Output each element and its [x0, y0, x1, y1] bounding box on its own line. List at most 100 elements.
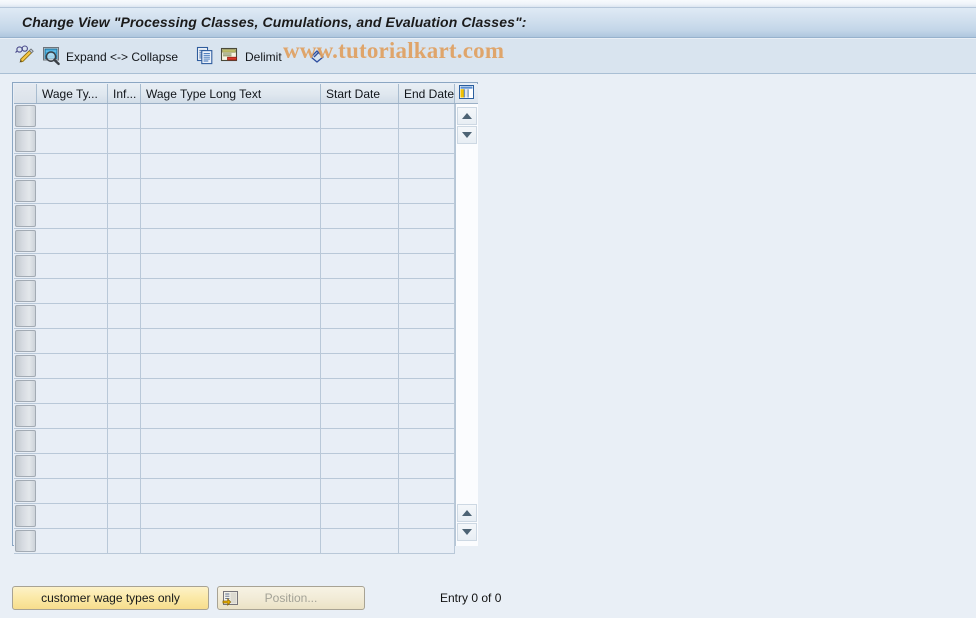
table-row[interactable]	[14, 229, 455, 254]
column-header-wage-type[interactable]: Wage Ty...	[37, 84, 108, 103]
cell-wage-type-long-text[interactable]	[141, 104, 321, 128]
row-select-cell[interactable]	[15, 130, 36, 152]
cell-start-date[interactable]	[321, 329, 399, 353]
cell-wage-type-long-text[interactable]	[141, 429, 321, 453]
column-header-wage-type-long-text[interactable]: Wage Type Long Text	[141, 84, 321, 103]
cell-wage-type[interactable]	[37, 404, 108, 428]
cell-infotype[interactable]	[108, 379, 141, 403]
table-row[interactable]	[14, 254, 455, 279]
cell-infotype[interactable]	[108, 204, 141, 228]
cell-wage-type[interactable]	[37, 504, 108, 528]
table-row[interactable]	[14, 279, 455, 304]
cell-wage-type-long-text[interactable]	[141, 204, 321, 228]
cell-end-date[interactable]	[399, 329, 455, 353]
table-row[interactable]	[14, 129, 455, 154]
table-row[interactable]	[14, 429, 455, 454]
cell-infotype[interactable]	[108, 429, 141, 453]
cell-infotype[interactable]	[108, 454, 141, 478]
cell-end-date[interactable]	[399, 379, 455, 403]
table-row[interactable]	[14, 104, 455, 129]
table-vertical-scrollbar[interactable]	[455, 104, 478, 546]
delimit-button[interactable]: Delimit	[245, 39, 282, 74]
header-select-all-cell[interactable]	[14, 84, 37, 103]
cell-wage-type[interactable]	[37, 204, 108, 228]
cell-end-date[interactable]	[399, 254, 455, 278]
row-select-cell[interactable]	[15, 505, 36, 527]
cell-wage-type-long-text[interactable]	[141, 129, 321, 153]
cell-start-date[interactable]	[321, 204, 399, 228]
cell-wage-type-long-text[interactable]	[141, 454, 321, 478]
cell-infotype[interactable]	[108, 154, 141, 178]
table-row[interactable]	[14, 504, 455, 529]
row-select-cell[interactable]	[15, 205, 36, 227]
table-row[interactable]	[14, 479, 455, 504]
cell-infotype[interactable]	[108, 504, 141, 528]
cell-infotype[interactable]	[108, 229, 141, 253]
cell-wage-type[interactable]	[37, 329, 108, 353]
cell-wage-type[interactable]	[37, 354, 108, 378]
cell-end-date[interactable]	[399, 404, 455, 428]
cell-end-date[interactable]	[399, 279, 455, 303]
column-settings-button[interactable]	[455, 84, 478, 103]
cell-wage-type[interactable]	[37, 429, 108, 453]
table-row[interactable]	[14, 329, 455, 354]
cell-wage-type-long-text[interactable]	[141, 154, 321, 178]
column-header-start-date[interactable]: Start Date	[321, 84, 399, 103]
cell-start-date[interactable]	[321, 404, 399, 428]
cell-wage-type-long-text[interactable]	[141, 504, 321, 528]
table-row[interactable]	[14, 179, 455, 204]
page-up-button[interactable]	[457, 504, 477, 522]
cell-start-date[interactable]	[321, 104, 399, 128]
page-down-button[interactable]	[457, 523, 477, 541]
cell-end-date[interactable]	[399, 129, 455, 153]
cell-start-date[interactable]	[321, 354, 399, 378]
copy-button[interactable]	[195, 39, 215, 74]
cell-end-date[interactable]	[399, 304, 455, 328]
cell-wage-type[interactable]	[37, 529, 108, 553]
cell-end-date[interactable]	[399, 204, 455, 228]
cell-wage-type[interactable]	[37, 229, 108, 253]
cell-infotype[interactable]	[108, 354, 141, 378]
column-header-infotype[interactable]: Inf...	[108, 84, 141, 103]
row-select-cell[interactable]	[15, 480, 36, 502]
cell-infotype[interactable]	[108, 129, 141, 153]
table-row[interactable]	[14, 204, 455, 229]
cell-wage-type[interactable]	[37, 479, 108, 503]
cell-start-date[interactable]	[321, 254, 399, 278]
cell-end-date[interactable]	[399, 104, 455, 128]
row-select-cell[interactable]	[15, 280, 36, 302]
table-row[interactable]	[14, 304, 455, 329]
cell-start-date[interactable]	[321, 379, 399, 403]
cell-end-date[interactable]	[399, 179, 455, 203]
cell-wage-type-long-text[interactable]	[141, 379, 321, 403]
cell-start-date[interactable]	[321, 129, 399, 153]
cell-infotype[interactable]	[108, 404, 141, 428]
row-select-cell[interactable]	[15, 155, 36, 177]
cell-wage-type[interactable]	[37, 254, 108, 278]
cell-start-date[interactable]	[321, 454, 399, 478]
column-header-end-date[interactable]: End Date	[399, 84, 455, 103]
cell-start-date[interactable]	[321, 479, 399, 503]
cell-wage-type-long-text[interactable]	[141, 329, 321, 353]
delimit-icon-button[interactable]	[219, 39, 239, 74]
cell-wage-type-long-text[interactable]	[141, 354, 321, 378]
expand-collapse-button[interactable]: Expand <-> Collapse	[66, 39, 178, 74]
cell-wage-type-long-text[interactable]	[141, 529, 321, 553]
cell-infotype[interactable]	[108, 529, 141, 553]
scroll-up-button[interactable]	[457, 107, 477, 125]
row-select-cell[interactable]	[15, 305, 36, 327]
cell-start-date[interactable]	[321, 279, 399, 303]
cell-infotype[interactable]	[108, 279, 141, 303]
customer-wage-types-only-button[interactable]: customer wage types only	[12, 586, 209, 610]
cell-wage-type-long-text[interactable]	[141, 479, 321, 503]
cell-wage-type[interactable]	[37, 279, 108, 303]
cell-wage-type[interactable]	[37, 454, 108, 478]
delimit-arrow-button[interactable]	[307, 39, 327, 74]
cell-wage-type[interactable]	[37, 104, 108, 128]
table-row[interactable]	[14, 154, 455, 179]
cell-start-date[interactable]	[321, 429, 399, 453]
cell-infotype[interactable]	[108, 254, 141, 278]
cell-wage-type[interactable]	[37, 379, 108, 403]
cell-infotype[interactable]	[108, 479, 141, 503]
cell-start-date[interactable]	[321, 529, 399, 553]
